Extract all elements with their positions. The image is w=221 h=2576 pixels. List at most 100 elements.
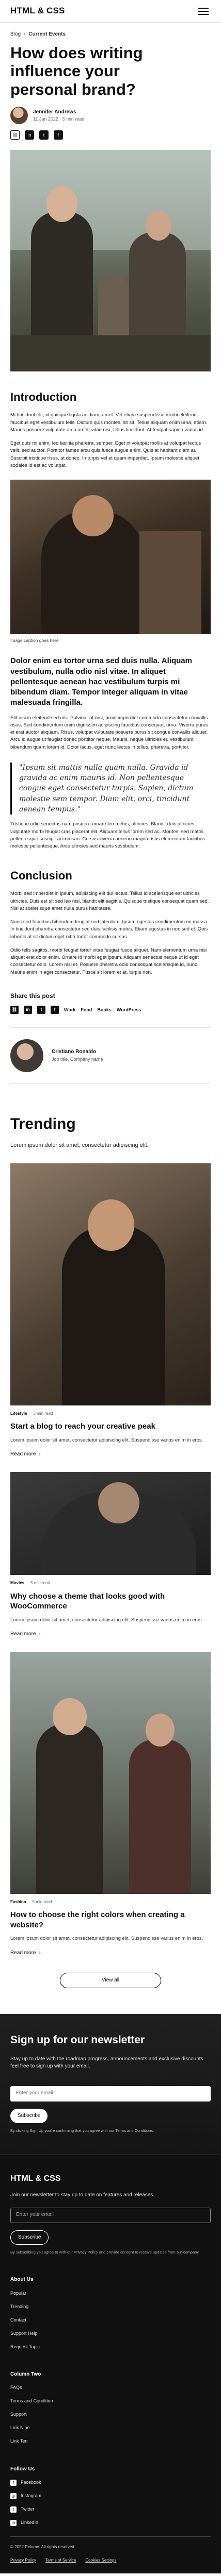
- facebook-icon[interactable]: f: [54, 130, 63, 140]
- footer-link[interactable]: Popular: [10, 2290, 211, 2297]
- twitter-icon[interactable]: t: [37, 1006, 45, 1014]
- author-box-name: Cristiano Ronaldo: [52, 1049, 97, 1055]
- footer-subscribe-button[interactable]: Subscribe: [10, 2230, 49, 2245]
- post-author: Jennifer Andrews 11 Jan 2022 · 5 min rea…: [10, 107, 211, 125]
- intro-heading: Introduction: [10, 391, 77, 404]
- card-title[interactable]: Why choose a theme that looks good with …: [10, 1591, 186, 1612]
- footer-social-list: f Facebook ◎ Instagram t Twitter in LinkedIn: [10, 2479, 211, 2526]
- breadcrumb-home[interactable]: Blog: [10, 31, 21, 39]
- read-more-link[interactable]: Read more ›: [10, 1631, 211, 1638]
- paragraph: Odio felis sagittis, morbi feugiat torto…: [10, 947, 207, 975]
- facebook-icon: f: [10, 2479, 17, 2486]
- breadcrumb: Blog › Current Events: [10, 23, 211, 39]
- page-title: How does writing influence your personal…: [10, 43, 143, 98]
- tag-books[interactable]: Books: [97, 1007, 112, 1013]
- article: Blog › Current Events How does writing i…: [0, 23, 221, 1989]
- view-all-wrap: View all: [10, 1972, 211, 1989]
- card-tag[interactable]: Lifestyle: [10, 1411, 27, 1417]
- chevron-right-icon: ›: [39, 1631, 41, 1637]
- paragraph: Elit nisi in eleifend sed nisi. Pulvinar…: [10, 715, 208, 750]
- tag-wordpress[interactable]: WordPress: [117, 1007, 141, 1013]
- linkedin-icon[interactable]: in: [25, 130, 34, 140]
- footer-link[interactable]: Contact: [10, 2317, 211, 2324]
- footer-link[interactable]: Request Topic: [10, 2344, 211, 2350]
- card-title[interactable]: Start a blog to reach your creative peak: [10, 1421, 186, 1432]
- footer-col-about-title: About Us: [10, 2277, 34, 2283]
- link-icon[interactable]: ⛓: [10, 1006, 19, 1014]
- image-caption: Image caption goes here: [10, 638, 59, 643]
- share-icons: ⛓ in t f: [10, 130, 211, 140]
- post-card[interactable]: Lifestyle 5 min read Start a blog to rea…: [10, 1163, 211, 1459]
- footer-subtitle: Join our newsletter to stay up to date o…: [10, 2192, 155, 2198]
- footer-link[interactable]: Link Ten: [10, 2438, 211, 2445]
- instagram-icon: ◎: [10, 2493, 17, 2499]
- tag-work[interactable]: Work: [64, 1007, 75, 1013]
- card-tag[interactable]: Movies: [10, 1580, 24, 1586]
- twitter-icon: t: [10, 2506, 17, 2513]
- read-more-link[interactable]: Read more ›: [10, 1950, 211, 1957]
- footer-link[interactable]: Support Help: [10, 2330, 211, 2337]
- footer-social-twitter[interactable]: t Twitter: [10, 2506, 211, 2513]
- tag-food[interactable]: Food: [81, 1007, 92, 1013]
- chevron-right-icon: ›: [39, 1950, 41, 1956]
- card-image: [10, 1471, 211, 1575]
- pull-quote: "Ipsum sit mattis nulla quam nulla. Grav…: [10, 762, 211, 815]
- newsletter-note: By clicking Sign Up you're confirming th…: [10, 2128, 154, 2133]
- hero-image: [10, 150, 211, 372]
- footer-link[interactable]: Support: [10, 2411, 211, 2418]
- footer-email-input[interactable]: Enter your email: [10, 2207, 211, 2223]
- trending-title: Trending: [10, 1115, 76, 1133]
- footer-divider: [10, 2536, 211, 2537]
- author-name[interactable]: Jennifer Andrews: [33, 109, 84, 116]
- footer-logo[interactable]: HTML & CSS: [10, 2173, 211, 2184]
- card-title[interactable]: How to choose the right colors when crea…: [10, 1910, 186, 1930]
- view-all-button[interactable]: View all: [59, 1972, 162, 1989]
- share-title: Share this post: [10, 992, 55, 999]
- footer-link[interactable]: Terms and Condition: [10, 2398, 211, 2404]
- paragraph: Mi tincidunt elit, id quisque ligula ac …: [10, 412, 208, 433]
- linkedin-icon[interactable]: in: [24, 1006, 32, 1014]
- share-row: ⛓ in t f Work Food Books WordPress: [10, 1006, 211, 1014]
- site-header: HTML & CSS: [0, 0, 221, 23]
- footer-col-two-title: Column Two: [10, 2371, 41, 2377]
- linkedin-icon: in: [10, 2519, 17, 2526]
- card-tag[interactable]: Fashion: [10, 1899, 26, 1905]
- twitter-icon[interactable]: t: [39, 130, 49, 140]
- post-card[interactable]: Movies 5 min read Why choose a theme tha…: [10, 1471, 211, 1638]
- card-readtime: 5 min read: [32, 1899, 52, 1904]
- card-excerpt: Lorem ipsum dolor sit amet, consectetur …: [10, 1437, 203, 1443]
- subscribe-button[interactable]: Subscribe: [10, 2108, 48, 2124]
- hamburger-menu-icon[interactable]: [198, 5, 211, 18]
- link-icon[interactable]: ⛓: [10, 130, 20, 140]
- chevron-right-icon: ›: [39, 1451, 41, 1458]
- paragraph: Nunc sed faucibus bibendum feugiat sed i…: [10, 919, 209, 940]
- trending-subtitle: Lorem ipsum dolor sit amet, consectetur …: [10, 1142, 149, 1148]
- footer-follow-title: Follow Us: [10, 2466, 35, 2472]
- post-card[interactable]: Fashion 5 min read How to choose the rig…: [10, 1651, 211, 1957]
- card-image: [10, 1651, 211, 1894]
- footer-social-facebook[interactable]: f Facebook: [10, 2479, 211, 2486]
- footer-link[interactable]: Trending: [10, 2303, 211, 2310]
- cookies-link[interactable]: Cookies Settings: [85, 2557, 116, 2564]
- footer-link[interactable]: FAQs: [10, 2384, 211, 2391]
- terms-link[interactable]: Terms of Service: [45, 2557, 76, 2564]
- card-excerpt: Lorem ipsum dolor sit amet, consectetur …: [10, 1617, 203, 1623]
- footer-legal-links: Privacy Policy Terms of Service Cookies …: [10, 2557, 211, 2564]
- footer-link[interactable]: Link Nine: [10, 2425, 211, 2431]
- site-logo[interactable]: HTML & CSS: [10, 5, 65, 18]
- site-footer: HTML & CSS Join our newsletter to stay u…: [0, 2154, 221, 2574]
- privacy-policy-link[interactable]: Privacy Policy: [10, 2557, 36, 2564]
- footer-col-about: Popular Trending Contact Support Help Re…: [10, 2290, 211, 2350]
- footer-social-instagram[interactable]: ◎ Instagram: [10, 2493, 211, 2499]
- card-image: [10, 1163, 211, 1405]
- facebook-icon[interactable]: f: [51, 1006, 59, 1014]
- newsletter-email-input[interactable]: Enter your email: [10, 2086, 211, 2102]
- avatar: [10, 1039, 43, 1073]
- newsletter-title: Sign up for our newsletter: [10, 2034, 145, 2046]
- footer-note: By subscribing you agree to with our Pri…: [10, 2250, 200, 2255]
- post-meta: 11 Jan 2022 · 5 min read: [33, 116, 85, 122]
- footer-col-two: FAQs Terms and Condition Support Link Ni…: [10, 2384, 211, 2445]
- read-more-link[interactable]: Read more ›: [10, 1451, 211, 1459]
- footer-social-linkedin[interactable]: in LinkedIn: [10, 2519, 211, 2526]
- author-box: Cristiano Ronaldo Job title, Company nam…: [10, 1027, 211, 1084]
